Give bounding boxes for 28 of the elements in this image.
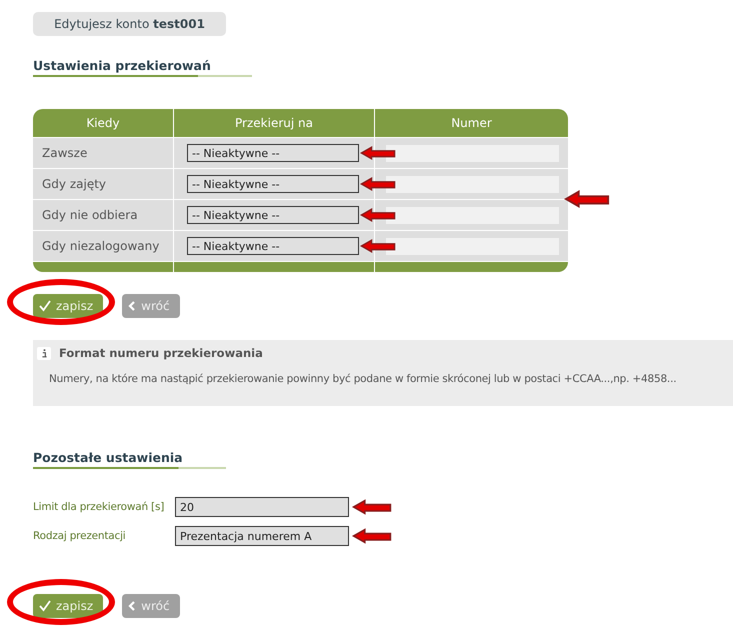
redirect-select[interactable]: -- Nieaktywne -- bbox=[187, 237, 359, 255]
column-header: Przekieruj na bbox=[174, 109, 374, 138]
field-label: Rodzaj prezentacji bbox=[33, 530, 127, 542]
number-field[interactable] bbox=[386, 206, 559, 224]
input-field[interactable]: 20 bbox=[175, 497, 349, 517]
info-icon bbox=[37, 346, 51, 360]
check-icon bbox=[39, 300, 51, 312]
field-label: Limit dla przekierowań [s] bbox=[33, 501, 166, 513]
number-field[interactable] bbox=[386, 238, 559, 254]
redirect-select[interactable]: -- Nieaktywne -- bbox=[187, 144, 359, 162]
redirect-select[interactable]: -- Nieaktywne -- bbox=[187, 206, 359, 224]
table-cell: Gdy zajęty bbox=[33, 168, 174, 200]
table-cell: Zawsze bbox=[33, 138, 174, 168]
column-header: Kiedy bbox=[33, 109, 174, 138]
info-title: Format numeru przekierowania bbox=[59, 346, 263, 360]
account-badge: Edytujesz konto test001 bbox=[33, 12, 226, 36]
number-field[interactable] bbox=[386, 176, 559, 192]
table-cell: Gdy nie odbiera bbox=[33, 200, 174, 230]
number-field[interactable] bbox=[386, 144, 559, 162]
info-text: Numery, na które ma nastąpić przekierowanie powinny być podane w formie skróconej lub w postaci +CCAA...,np. +4858... bbox=[49, 373, 678, 385]
check-icon bbox=[39, 600, 51, 612]
section-title: Pozostałe ustawienia bbox=[33, 450, 226, 469]
chevron-left-icon bbox=[128, 301, 136, 311]
select-field[interactable]: Prezentacja numerem A bbox=[175, 526, 349, 546]
section-title: Ustawienia przekierowań bbox=[33, 58, 252, 77]
chevron-left-icon bbox=[128, 601, 136, 611]
column-header: Numer bbox=[374, 109, 568, 138]
redirect-select[interactable]: -- Nieaktywne -- bbox=[187, 175, 359, 193]
